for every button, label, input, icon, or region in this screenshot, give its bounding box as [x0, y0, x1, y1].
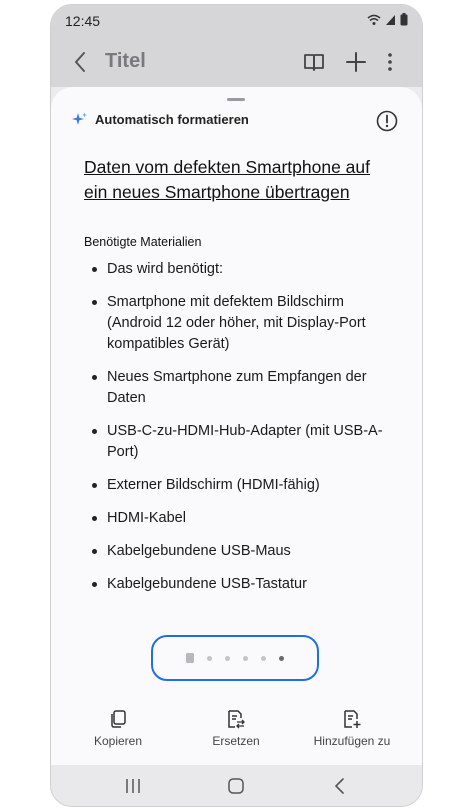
wifi-icon: [367, 14, 381, 25]
list-item: Neues Smartphone zum Empfangen der Daten: [84, 367, 394, 409]
list-item: Externer Bildschirm (HDMI-fähig): [84, 475, 394, 496]
plus-icon[interactable]: [343, 49, 369, 75]
app-bar: Titel: [51, 37, 422, 87]
info-icon[interactable]: [376, 110, 398, 132]
page-dot[interactable]: [207, 655, 212, 661]
page-indicator-first[interactable]: [186, 653, 194, 663]
page-dot[interactable]: [261, 655, 266, 661]
replace-button[interactable]: Ersetzen: [181, 709, 291, 750]
auto-format-header: Automatisch formatieren: [72, 112, 249, 127]
materials-list: Das wird benötigt: Smartphone mit defekt…: [84, 259, 394, 607]
bottom-action-bar: Kopieren Ersetzen Hinzufügen zu: [51, 709, 422, 757]
list-item: Kabelgebundene USB-Tastatur: [84, 574, 394, 595]
page-dot-active[interactable]: [279, 655, 284, 661]
add-to-button[interactable]: Hinzufügen zu: [297, 709, 407, 750]
list-item: Das wird benötigt:: [84, 259, 394, 280]
section-title: Benötigte Materialien: [84, 235, 202, 249]
copy-label: Kopieren: [93, 734, 143, 748]
back-arrow-icon[interactable]: [69, 49, 93, 75]
copy-icon: [111, 710, 126, 728]
status-icons: [367, 13, 408, 26]
page-indicator[interactable]: [151, 635, 319, 681]
home-icon[interactable]: [225, 775, 247, 797]
add-to-label: Hinzufügen zu: [313, 734, 391, 748]
more-vert-icon[interactable]: [377, 49, 403, 75]
auto-format-label: Automatisch formatieren: [95, 112, 249, 127]
auto-format-sheet: Automatisch formatieren Daten vom defekt…: [51, 87, 422, 765]
page-dot[interactable]: [243, 655, 248, 661]
status-bar: 12:45: [51, 5, 422, 37]
copy-button[interactable]: Kopieren: [63, 709, 173, 750]
recent-apps-icon[interactable]: [122, 775, 144, 797]
battery-icon: [400, 13, 408, 26]
page-dot[interactable]: [225, 655, 230, 661]
list-item: USB-C-zu-HDMI-Hub-Adapter (mit USB-A-Por…: [84, 421, 394, 463]
system-nav-bar: [51, 765, 422, 806]
list-item: HDMI-Kabel: [84, 508, 394, 529]
page-title[interactable]: Titel: [105, 50, 146, 73]
note-title: Daten vom defekten Smartphone auf ein ne…: [84, 157, 371, 202]
book-icon[interactable]: [301, 49, 327, 75]
list-item: Kabelgebundene USB-Maus: [84, 541, 394, 562]
signal-icon: [386, 14, 395, 25]
back-nav-icon[interactable]: [329, 775, 351, 797]
replace-label: Ersetzen: [212, 734, 260, 748]
replace-icon: [228, 710, 245, 729]
list-item: Smartphone mit defektem Bildschirm (Andr…: [84, 292, 394, 355]
phone-frame: 12:45 Titel Automatisch formatieren Date…: [50, 4, 423, 807]
status-time: 12:45: [65, 13, 101, 29]
sparkle-icon: [72, 112, 87, 125]
drag-handle[interactable]: [227, 98, 245, 101]
add-to-icon: [344, 710, 361, 728]
